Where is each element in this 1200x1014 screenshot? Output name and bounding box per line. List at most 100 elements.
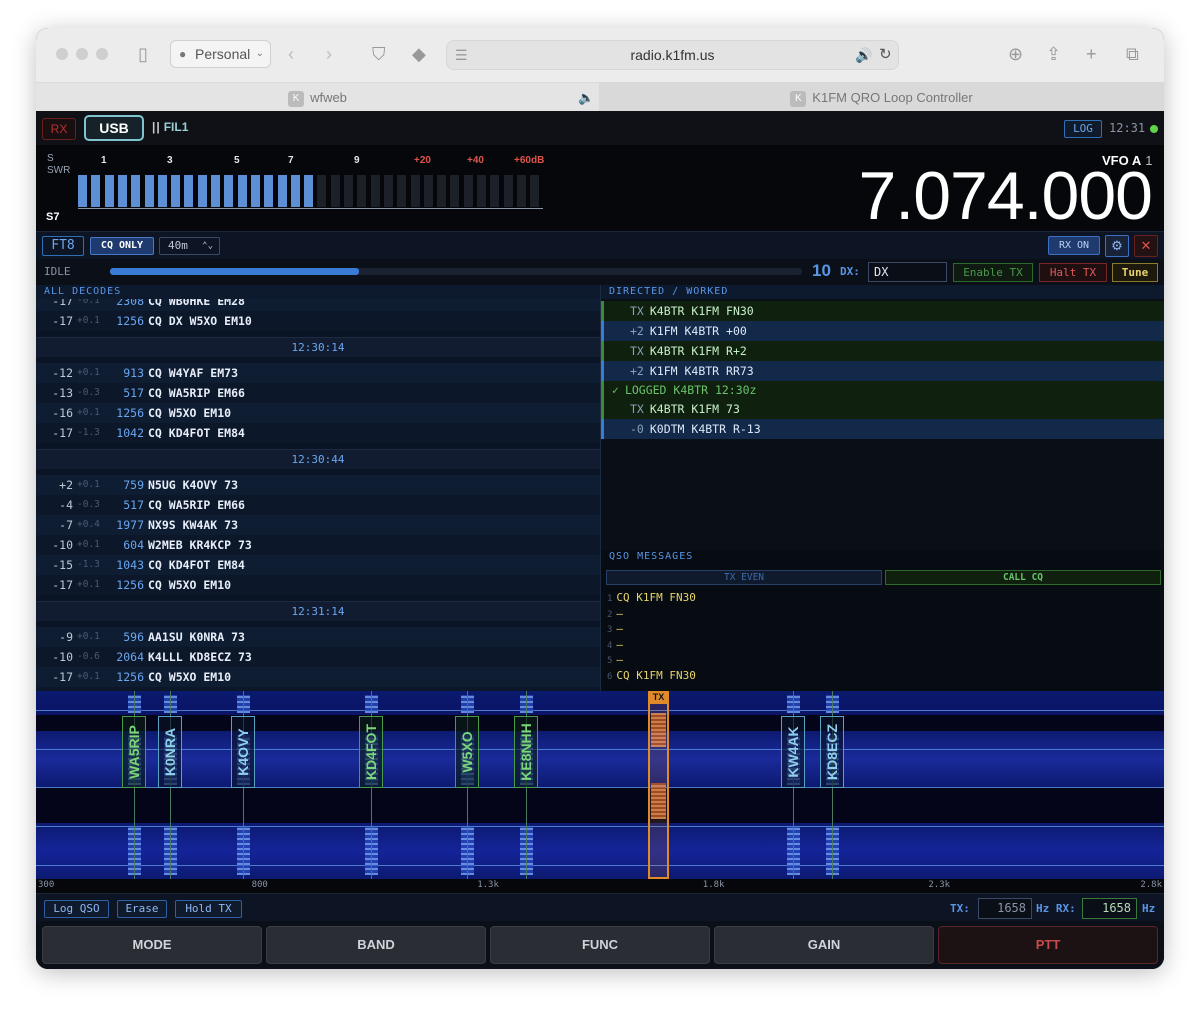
speaker-icon[interactable]: 🔈 <box>578 83 594 112</box>
callsign-label[interactable]: KE8NHH <box>514 716 539 788</box>
decode-row[interactable]: -15 -1.3 1043 CQ KD4FOT EM84 <box>36 555 600 575</box>
all-decodes-panel[interactable]: -17 -0.1 2308 CQ WB0HKE EM28 -17 +0.1 1256 CQ D… <box>36 285 600 691</box>
meter-scale-tick: 7 <box>288 155 294 166</box>
erase-button[interactable]: Erase <box>117 900 167 918</box>
decode-row[interactable]: -10 -0.6 2064 K4LLL KD8ECZ 73 <box>36 647 600 667</box>
decode-row[interactable]: -13 -0.3 517 CQ WA5RIP EM66 <box>36 383 600 403</box>
minimize-window-button[interactable] <box>76 48 88 60</box>
decode-frequency: 1043 <box>116 558 144 572</box>
log-button[interactable]: LOG <box>1064 120 1102 138</box>
callsign-label[interactable]: KD8ECZ <box>819 716 844 788</box>
decode-frequency: 1256 <box>116 406 144 420</box>
callsign-label[interactable]: KD4FOT <box>358 716 383 788</box>
directed-row[interactable]: ✓ LOGGED K4BTR 12:30z <box>601 381 1164 399</box>
decode-row[interactable]: -10 +0.1 604 W2MEB KR4KCP 73 <box>36 535 600 555</box>
decode-row[interactable]: -12 +0.1 913 CQ W4YAF EM73 <box>36 363 600 383</box>
mode-button[interactable]: USB <box>84 115 144 141</box>
back-icon[interactable]: ‹ <box>288 42 294 66</box>
directed-row[interactable]: TX K4BTR K1FM FN30 <box>601 301 1164 321</box>
directed-row[interactable]: TX K4BTR K1FM 73 <box>601 399 1164 419</box>
directed-message: K4BTR K1FM FN30 <box>649 304 754 318</box>
qso-message-row[interactable]: 4— <box>607 637 1157 652</box>
forward-icon[interactable]: › <box>326 42 332 66</box>
ptt-button[interactable]: PTT <box>938 926 1158 964</box>
callsign-label[interactable]: K0NRA <box>157 716 182 788</box>
directed-row[interactable]: +2 K1FM K4BTR RR73 <box>601 361 1164 381</box>
band-menu-button[interactable]: BAND <box>266 926 486 964</box>
qso-message-row[interactable]: 3— <box>607 621 1157 636</box>
meter-segment <box>78 175 87 207</box>
dx-input[interactable]: DX <box>868 262 947 282</box>
tab-k1fm-loop[interactable]: K K1FM QRO Loop Controller <box>599 83 1164 112</box>
share-icon[interactable]: ⇪ <box>1046 42 1061 66</box>
tx-offset-input[interactable]: 1658 <box>978 898 1032 919</box>
zoom-window-button[interactable] <box>96 48 108 60</box>
gear-icon[interactable]: ⚙ <box>1105 235 1129 257</box>
tab-overview-icon[interactable]: ⧉ <box>1126 42 1139 66</box>
tx-even-button[interactable]: TX EVEN <box>606 570 882 585</box>
directed-row[interactable]: +2 K1FM K4BTR +00 <box>601 321 1164 341</box>
speaker-icon[interactable]: 🔊 <box>855 43 872 67</box>
tune-button[interactable]: Tune <box>1112 263 1158 282</box>
rx-indicator[interactable]: RX <box>42 118 76 140</box>
qso-message-row[interactable]: 6 CQ K1FM FN30 <box>607 668 1157 683</box>
cq-only-toggle[interactable]: CQ ONLY <box>90 237 154 255</box>
directed-row[interactable]: -0 K0DTM K4BTR R-13 <box>601 419 1164 439</box>
tab-wfweb[interactable]: Kwfweb 🔈 <box>36 83 599 112</box>
sidebar-icon[interactable]: ▯ <box>138 42 148 66</box>
enable-tx-button[interactable]: Enable TX <box>953 263 1033 282</box>
decode-row[interactable]: -17 -1.3 1042 CQ KD4FOT EM84 <box>36 423 600 443</box>
directed-message: K1FM K4BTR +00 <box>649 324 747 338</box>
decode-row[interactable]: -17 +0.1 1256 CQ DX W5XO EM10 <box>36 311 600 331</box>
rx-offset-input[interactable]: 1658 <box>1082 898 1137 919</box>
directed-message: K4BTR K1FM R+2 <box>649 344 747 358</box>
ft8-mode-button[interactable]: FT8 <box>42 236 84 256</box>
vfo-frequency[interactable]: 7.074.000 <box>762 162 1153 230</box>
directed-prefix: -0 <box>630 422 644 436</box>
qso-message-row[interactable]: 5— <box>607 652 1157 667</box>
decode-message: AA1SU K0NRA 73 <box>148 630 245 644</box>
decode-row[interactable]: -4 -0.3 517 CQ WA5RIP EM66 <box>36 495 600 515</box>
decode-row[interactable]: -17 +0.1 1256 CQ W5XO EM10 <box>36 575 600 595</box>
qso-message-row[interactable]: 2— <box>607 606 1157 621</box>
callsign-label[interactable]: KW4AK <box>780 716 805 788</box>
extension-icon[interactable]: ◆ <box>412 42 426 66</box>
close-window-button[interactable] <box>56 48 68 60</box>
callsign-label[interactable]: WA5RIP <box>121 716 146 788</box>
axis-tick-label: 1.8k <box>702 880 725 890</box>
callsign-label[interactable]: K4OVY <box>231 716 256 788</box>
address-bar[interactable]: ☰ radio.k1fm.us 🔊 ↻ <box>446 40 899 70</box>
decode-frequency: 596 <box>123 630 144 644</box>
band-select[interactable]: 40m ⌃⌄ <box>159 237 220 255</box>
close-icon[interactable]: ✕ <box>1134 235 1158 257</box>
mode-menu-button[interactable]: MODE <box>42 926 262 964</box>
decode-row[interactable]: -7 +0.4 1977 NX9S KW4AK 73 <box>36 515 600 535</box>
decode-row[interactable]: +2 +0.1 759 N5UG K4OVY 73 <box>36 475 600 495</box>
qso-message-row[interactable]: 1 CQ K1FM FN30 <box>607 590 1157 605</box>
decode-message: CQ W5XO EM10 <box>148 670 232 684</box>
callsign-label[interactable]: W5XO <box>455 716 480 788</box>
new-tab-icon[interactable]: + <box>1086 42 1097 66</box>
log-qso-button[interactable]: Log QSO <box>44 900 109 918</box>
decode-time-separator: 12:30:14 <box>36 337 600 357</box>
decode-dt: -0.3 <box>77 387 100 398</box>
call-cq-button[interactable]: CALL CQ <box>885 570 1161 585</box>
hold-tx-button[interactable]: Hold TX <box>175 900 242 918</box>
directed-row[interactable]: TX K4BTR K1FM R+2 <box>601 341 1164 361</box>
decode-row[interactable]: -17 +0.1 1256 CQ W5XO EM10 <box>36 667 600 687</box>
decode-row[interactable]: -16 +0.1 1256 CQ W5XO EM10 <box>36 403 600 423</box>
callsign-text: W5XO <box>459 731 476 773</box>
decode-row[interactable]: -9 +0.1 596 AA1SU K0NRA 73 <box>36 627 600 647</box>
reload-icon[interactable]: ↻ <box>879 43 892 67</box>
gain-menu-button[interactable]: GAIN <box>714 926 934 964</box>
tx-frequency-marker[interactable] <box>648 691 669 879</box>
decode-snr: -4 <box>59 498 73 512</box>
rx-on-toggle[interactable]: RX ON <box>1048 236 1100 255</box>
halt-tx-button[interactable]: Halt TX <box>1039 263 1107 282</box>
func-menu-button[interactable]: FUNC <box>490 926 710 964</box>
privacy-shield-icon[interactable]: ⛉ <box>372 42 386 66</box>
profile-selector[interactable]: ● Personal ⌄ <box>170 40 271 68</box>
filter-button[interactable]: || FIL1 <box>152 120 188 134</box>
waterfall-display[interactable]: TX WA5RIP K0NRA K4OVY KD4FOT W5XO KE8NHH KW4AK… <box>36 691 1164 879</box>
download-icon[interactable]: ⊕ <box>1008 42 1023 66</box>
